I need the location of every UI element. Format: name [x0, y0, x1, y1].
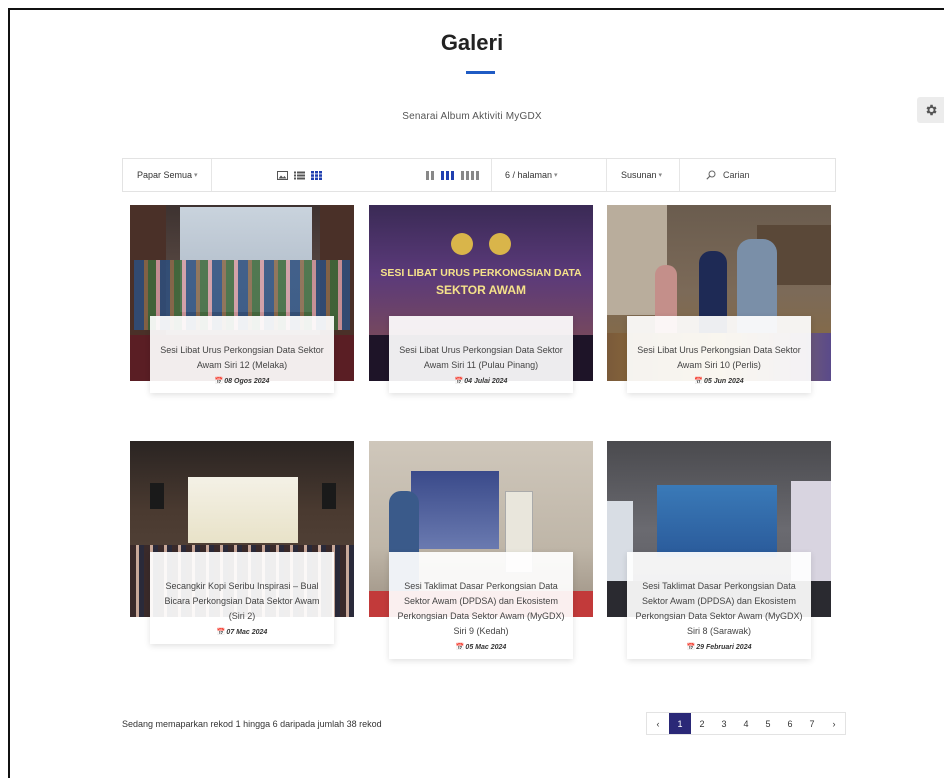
album-date: 📅04 Julai 2024: [454, 378, 508, 385]
album-date: 📅08 Ogos 2024: [214, 378, 270, 385]
calendar-icon: 📅: [455, 644, 465, 651]
record-count-text: Sedang memaparkan rekod 1 hingga 6 darip…: [122, 719, 382, 729]
page-2-button[interactable]: 2: [691, 713, 713, 734]
search-field[interactable]: Carian: [706, 159, 750, 191]
per-page-label: 6 / halaman: [505, 170, 553, 180]
next-page-button[interactable]: ›: [823, 713, 845, 734]
album-title: Sesi Libat Urus Perkongsian Data Sektor …: [399, 345, 563, 370]
filter-label: Papar Semua: [137, 170, 193, 180]
calendar-icon: 📅: [216, 629, 226, 636]
calendar-icon: 📅: [686, 644, 696, 651]
album-title: Sesi Libat Urus Perkongsian Data Sektor …: [637, 345, 801, 370]
caret-down-icon: ▾: [554, 172, 558, 179]
page-5-button[interactable]: 5: [757, 713, 779, 734]
page-3-button[interactable]: 3: [713, 713, 735, 734]
list-view-icon[interactable]: [294, 171, 305, 180]
gallery-toolbar: Papar Semua ▾ 6 / halaman ▾ Susunan ▾ Ca…: [122, 158, 836, 192]
title-underline: [466, 71, 495, 74]
album-title: Sesi Taklimat Dasar Perkongsian Data Sek…: [635, 581, 803, 636]
album-info: Secangkir Kopi Seribu Inspirasi – Bual B…: [150, 552, 334, 644]
album-info: Sesi Taklimat Dasar Perkongsian Data Sek…: [389, 552, 573, 659]
page-7-button[interactable]: 7: [801, 713, 823, 734]
view-mode-group: [277, 159, 322, 191]
per-page-dropdown[interactable]: 6 / halaman ▾: [505, 159, 558, 191]
album-title: Sesi Libat Urus Perkongsian Data Sektor …: [160, 345, 324, 370]
calendar-icon: 📅: [454, 378, 464, 385]
settings-gear-button[interactable]: [917, 97, 944, 123]
caret-down-icon: ▾: [658, 172, 663, 179]
search-placeholder: Carian: [723, 170, 750, 180]
album-info: Sesi Libat Urus Perkongsian Data Sektor …: [627, 316, 811, 393]
album-info: Sesi Libat Urus Perkongsian Data Sektor …: [389, 316, 573, 393]
page-6-button[interactable]: 6: [779, 713, 801, 734]
two-columns-icon[interactable]: [426, 170, 435, 180]
search-icon: [706, 170, 716, 180]
page-4-button[interactable]: 4: [735, 713, 757, 734]
filter-dropdown[interactable]: Papar Semua ▾: [137, 159, 198, 191]
caret-down-icon: ▾: [194, 172, 198, 179]
banner-line-1: SESI LIBAT URUS PERKONGSIAN DATA: [380, 267, 582, 279]
sort-dropdown[interactable]: Susunan ▾: [621, 159, 662, 191]
album-title: Sesi Taklimat Dasar Perkongsian Data Sek…: [397, 581, 565, 636]
gear-icon: [926, 104, 937, 116]
album-date: 📅05 Jun 2024: [694, 378, 744, 385]
page-subtitle: Senarai Album Aktiviti MyGDX: [402, 111, 542, 122]
image-view-icon[interactable]: [277, 170, 288, 180]
page-1-button[interactable]: 1: [669, 713, 691, 734]
calendar-icon: 📅: [214, 378, 224, 385]
album-title: Secangkir Kopi Seribu Inspirasi – Bual B…: [164, 581, 320, 621]
album-date: 📅05 Mac 2024: [455, 644, 507, 651]
pagination: ‹ 1 2 3 4 5 6 7 ›: [646, 712, 846, 735]
grid-view-icon[interactable]: [311, 170, 322, 180]
calendar-icon: 📅: [694, 378, 703, 385]
sort-label: Susunan: [621, 170, 657, 180]
page-frame: [8, 8, 944, 778]
album-date: 📅29 Februari 2024: [686, 644, 752, 651]
column-count-group: [426, 159, 481, 191]
album-date: 📅07 Mac 2024: [216, 629, 268, 636]
page-title: Galeri: [440, 30, 504, 55]
album-info: Sesi Taklimat Dasar Perkongsian Data Sek…: [627, 552, 811, 659]
prev-page-button[interactable]: ‹: [647, 713, 669, 734]
three-columns-icon[interactable]: [441, 170, 455, 180]
banner-line-2: SEKTOR AWAM: [435, 283, 526, 297]
four-columns-icon[interactable]: [461, 170, 481, 180]
album-info: Sesi Libat Urus Perkongsian Data Sektor …: [150, 316, 334, 393]
